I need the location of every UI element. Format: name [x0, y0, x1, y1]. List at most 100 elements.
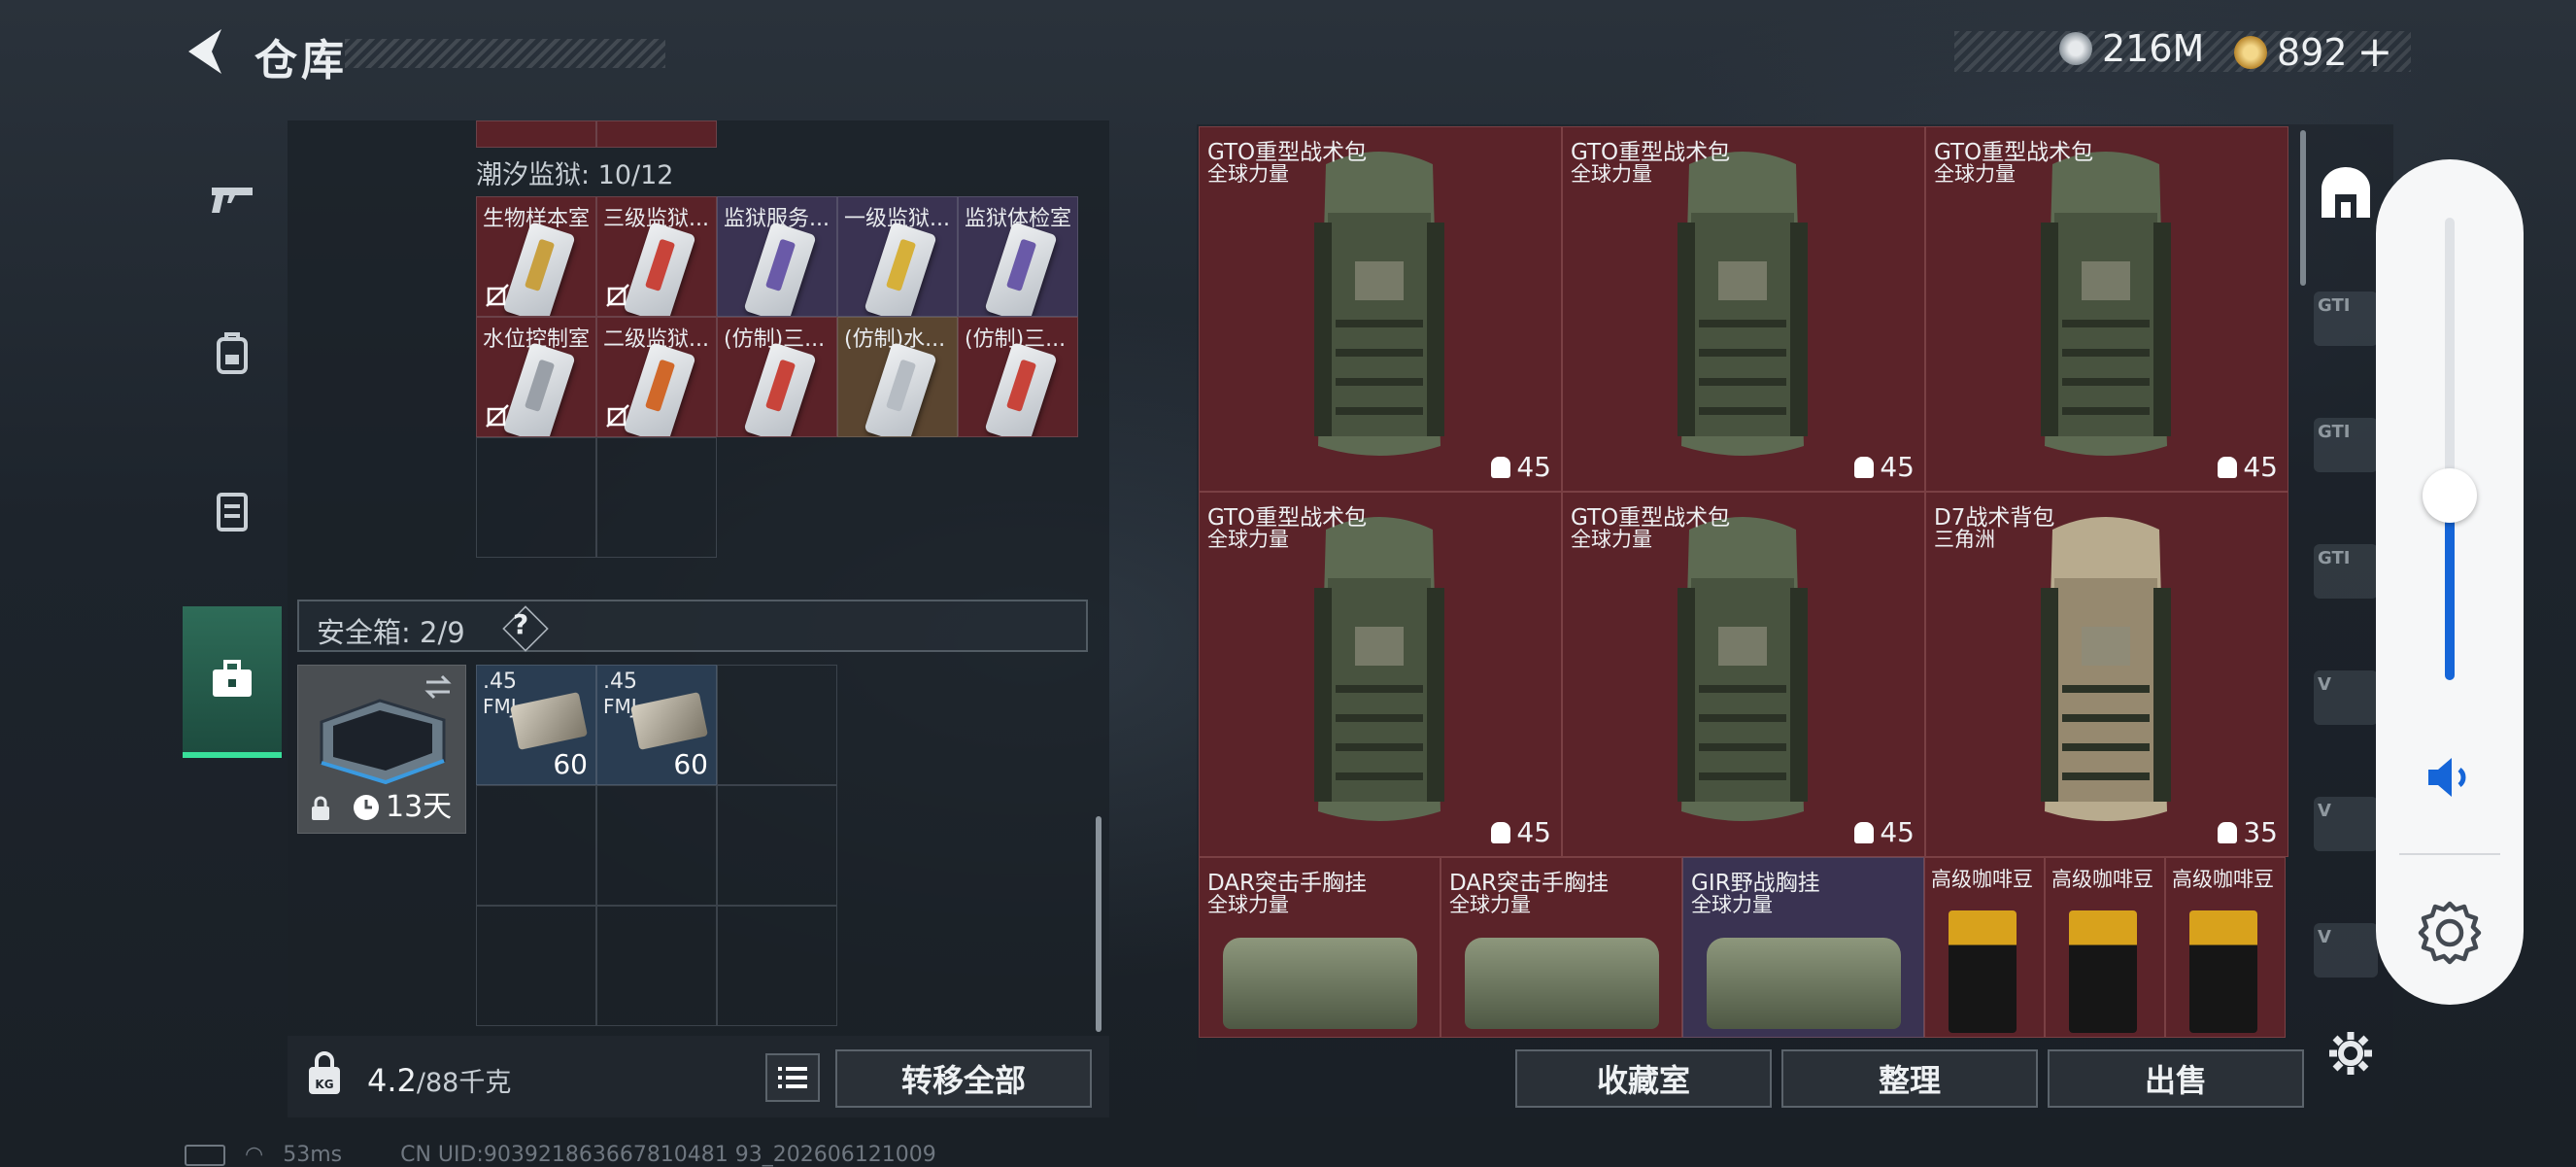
sell-button[interactable]: 出售 [2048, 1049, 2304, 1108]
wifi-icon: ◠ [245, 1143, 264, 1167]
backpack-brand: 全球力量 [1207, 162, 1289, 186]
key-item[interactable]: (仿制)水... [837, 317, 958, 437]
side-filter-icon[interactable]: V [2314, 923, 2378, 978]
key-item[interactable]: 一级监狱... [837, 196, 958, 317]
side-filter-icon[interactable]: V [2314, 670, 2378, 725]
tab-vest[interactable] [183, 437, 282, 583]
empty-slot[interactable] [596, 785, 717, 906]
ammo-count: 60 [553, 748, 588, 780]
capacity-icon [1854, 821, 1875, 843]
backpack-icon [1678, 152, 1808, 456]
key-item[interactable]: 生物样本室 [476, 196, 596, 317]
partial-item[interactable] [476, 120, 596, 148]
gold-coin-icon [2234, 35, 2267, 69]
empty-slot[interactable] [596, 437, 717, 558]
backpack-item[interactable]: GTO重型战术包 全球力量 45 [1562, 126, 1925, 492]
side-filter-icon[interactable]: V [2314, 797, 2378, 851]
keycard-icon [984, 221, 1058, 316]
rig-brand: 全球力量 [1691, 893, 1773, 916]
add-currency-button[interactable]: + [2357, 27, 2393, 77]
ammo-item[interactable]: .45 FMJ 60 [596, 665, 717, 785]
weight-current: 4.2 [367, 1062, 417, 1099]
tidal-prison-label: 潮汐监狱: 10/12 [476, 160, 674, 190]
coffee-name: 高级咖啡豆 [2172, 868, 2274, 891]
chest-rig-icon [1223, 938, 1417, 1029]
no-insure-icon [486, 284, 509, 307]
backpack-capacity: 45 [1491, 816, 1551, 848]
key-item[interactable]: 监狱服务... [717, 196, 837, 317]
backpack-icon [2041, 517, 2171, 821]
speaker-icon[interactable] [2424, 754, 2475, 801]
backpack-capacity: 45 [1491, 451, 1551, 483]
back-arrow-icon[interactable] [183, 25, 227, 78]
empty-slot[interactable] [717, 665, 837, 785]
partial-item[interactable] [596, 120, 717, 148]
rig-brand: 全球力量 [1449, 893, 1531, 916]
side-filter-icon[interactable]: GTI [2314, 292, 2378, 346]
keycard-icon [984, 341, 1058, 436]
chest-rig-item[interactable]: DAR突击手胸挂 全球力量 [1441, 857, 1682, 1038]
battery-icon [185, 1144, 225, 1166]
coffee-item[interactable]: 高级咖啡豆 [2165, 857, 2286, 1038]
backpack-capacity: 35 [2218, 816, 2278, 848]
volume-slider-thumb[interactable] [2423, 467, 2477, 523]
empty-slot[interactable] [717, 906, 837, 1026]
backpack-capacity: 45 [1854, 451, 1915, 483]
key-item[interactable]: 三级监狱... [596, 196, 717, 317]
storage-home-icon[interactable] [2318, 165, 2374, 220]
key-item[interactable]: 监狱体检室 [958, 196, 1078, 317]
ping-readout: 53ms [283, 1143, 343, 1167]
empty-slot[interactable] [476, 437, 596, 558]
weight-readout: 4.2/88千克 [367, 1061, 511, 1099]
backpack-brand: 三角洲 [1934, 528, 1995, 551]
silver-currency: 216M [2059, 27, 2204, 70]
key-item[interactable]: 水位控制室 [476, 317, 596, 437]
sound-settings-icon[interactable] [2415, 898, 2485, 968]
backpack-item[interactable]: GTO重型战术包 全球力量 45 [1562, 492, 1925, 857]
sort-button[interactable]: 整理 [1781, 1049, 2038, 1108]
keycard-strip [1005, 238, 1037, 292]
key-item[interactable]: (仿制)三... [717, 317, 837, 437]
backpack-item[interactable]: GTO重型战术包 全球力量 45 [1925, 126, 2288, 492]
silver-amount: 216M [2102, 27, 2205, 70]
collection-room-button[interactable]: 收藏室 [1515, 1049, 1772, 1108]
coffee-name: 高级咖啡豆 [2051, 868, 2153, 891]
inventory-scrollbar[interactable] [1096, 816, 1102, 1032]
empty-slot[interactable] [476, 785, 596, 906]
tab-safe-box[interactable] [183, 606, 282, 758]
tab-weapons[interactable] [183, 126, 282, 272]
capacity-value: 35 [2243, 816, 2278, 848]
key-item[interactable]: (仿制)三... [958, 317, 1078, 437]
swap-icon[interactable] [423, 673, 454, 701]
chest-rig-item[interactable]: DAR突击手胸挂 全球力量 [1199, 857, 1441, 1038]
coffee-item[interactable]: 高级咖啡豆 [2045, 857, 2165, 1038]
transfer-all-button[interactable]: 转移全部 [835, 1049, 1092, 1108]
coffee-item[interactable]: 高级咖啡豆 [1924, 857, 2045, 1038]
list-view-button[interactable] [765, 1053, 820, 1102]
backpack-item[interactable]: GTO重型战术包 全球力量 45 [1199, 492, 1562, 857]
empty-slot[interactable] [476, 906, 596, 1026]
help-icon[interactable]: ? [513, 608, 528, 640]
empty-slot[interactable] [717, 785, 837, 906]
tab-backpack[interactable] [183, 280, 282, 426]
empty-slot[interactable] [596, 906, 717, 1026]
backpack-item[interactable]: GTO重型战术包 全球力量 45 [1199, 126, 1562, 492]
keycard-icon [502, 341, 576, 436]
storage-scrollbar[interactable] [2300, 130, 2306, 286]
capacity-icon [1491, 456, 1511, 478]
svg-text:KG: KG [315, 1078, 333, 1091]
backpack-icon [1314, 152, 1444, 456]
capacity-icon [1491, 821, 1511, 843]
settings-gear-icon[interactable] [2327, 1030, 2374, 1077]
gold-amount: 892 [2277, 30, 2348, 74]
keycard-strip [885, 238, 917, 292]
key-item[interactable]: 二级监狱... [596, 317, 717, 437]
backpack-item[interactable]: D7战术背包 三角洲 35 [1925, 492, 2288, 857]
safe-box-item[interactable]: 13天 [297, 665, 466, 834]
side-filter-icon[interactable]: GTI [2314, 418, 2378, 472]
weight-icon: KG [309, 1051, 340, 1094]
ammo-name: .45 [603, 669, 637, 694]
chest-rig-item[interactable]: GIR野战胸挂 全球力量 [1682, 857, 1924, 1038]
ammo-item[interactable]: .45 FMJ 60 [476, 665, 596, 785]
side-filter-icon[interactable]: GTI [2314, 544, 2378, 599]
